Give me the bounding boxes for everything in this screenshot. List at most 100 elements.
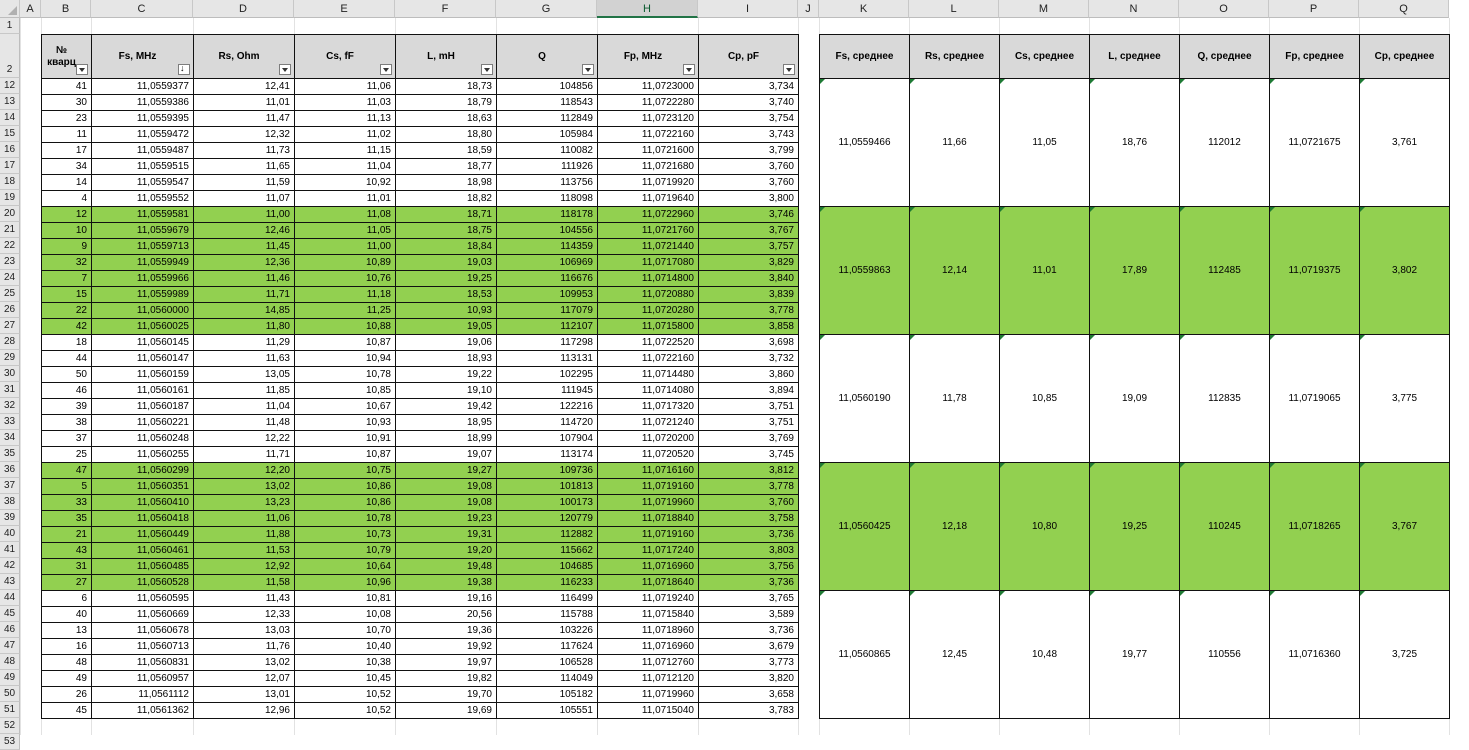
- data-cell[interactable]: 11,0719160: [597, 526, 699, 543]
- data-cell[interactable]: 3,758: [698, 510, 799, 527]
- data-cell[interactable]: 50: [41, 366, 92, 383]
- data-cell[interactable]: 112882: [496, 526, 598, 543]
- row-header[interactable]: 29: [0, 350, 20, 366]
- data-cell[interactable]: 37: [41, 430, 92, 447]
- data-cell[interactable]: 11,0718640: [597, 574, 699, 591]
- row-header[interactable]: 52: [0, 718, 20, 734]
- data-cell[interactable]: 3,778: [698, 478, 799, 495]
- data-cell[interactable]: 18,98: [395, 174, 497, 191]
- data-cell[interactable]: 13,02: [193, 478, 295, 495]
- data-cell[interactable]: 11,88: [193, 526, 295, 543]
- data-cell[interactable]: 19,69: [395, 702, 497, 719]
- data-cell[interactable]: 18,63: [395, 110, 497, 127]
- data-cell[interactable]: 18,71: [395, 206, 497, 223]
- data-cell[interactable]: 10,64: [294, 558, 396, 575]
- summary-header-cell[interactable]: Cp, среднее: [1359, 34, 1450, 79]
- data-cell[interactable]: 18,75: [395, 222, 497, 239]
- data-cell[interactable]: 19,38: [395, 574, 497, 591]
- data-cell[interactable]: 10,38: [294, 654, 396, 671]
- data-cell[interactable]: 11,63: [193, 350, 295, 367]
- row-header[interactable]: 14: [0, 110, 20, 126]
- summary-average-cell[interactable]: 19,77: [1089, 590, 1180, 719]
- data-cell[interactable]: 3,736: [698, 526, 799, 543]
- data-cell[interactable]: 10,45: [294, 670, 396, 687]
- summary-header-cell[interactable]: Fs, среднее: [819, 34, 910, 79]
- table-header-cell[interactable]: № кварц: [41, 34, 92, 79]
- data-cell[interactable]: 23: [41, 110, 92, 127]
- data-cell[interactable]: 11,0560147: [91, 350, 194, 367]
- data-cell[interactable]: 45: [41, 702, 92, 719]
- row-header[interactable]: 32: [0, 398, 20, 414]
- summary-header-cell[interactable]: L, среднее: [1089, 34, 1180, 79]
- data-cell[interactable]: 11,48: [193, 414, 295, 431]
- row-header[interactable]: 42: [0, 558, 20, 574]
- data-cell[interactable]: 3,799: [698, 142, 799, 159]
- data-cell[interactable]: 5: [41, 478, 92, 495]
- column-header-g[interactable]: G: [496, 0, 597, 18]
- filter-dropdown-icon[interactable]: [380, 64, 392, 75]
- data-cell[interactable]: 26: [41, 686, 92, 703]
- row-header[interactable]: 12: [0, 78, 20, 94]
- data-cell[interactable]: 11,0559547: [91, 174, 194, 191]
- data-cell[interactable]: 11,13: [294, 110, 396, 127]
- data-cell[interactable]: 11,04: [193, 398, 295, 415]
- data-cell[interactable]: 11,07: [193, 190, 295, 207]
- data-cell[interactable]: 11,01: [193, 94, 295, 111]
- data-cell[interactable]: 10,94: [294, 350, 396, 367]
- data-cell[interactable]: 31: [41, 558, 92, 575]
- row-header[interactable]: 50: [0, 686, 20, 702]
- data-cell[interactable]: 11,0723000: [597, 78, 699, 95]
- data-cell[interactable]: 11,0560418: [91, 510, 194, 527]
- data-cell[interactable]: 43: [41, 542, 92, 559]
- table-header-cell[interactable]: Rs, Ohm: [193, 34, 295, 79]
- table-header-cell[interactable]: Cp, pF: [698, 34, 799, 79]
- data-cell[interactable]: 117624: [496, 638, 598, 655]
- data-cell[interactable]: 44: [41, 350, 92, 367]
- row-header[interactable]: 44: [0, 590, 20, 606]
- data-cell[interactable]: 11,18: [294, 286, 396, 303]
- row-header[interactable]: 24: [0, 270, 20, 286]
- data-cell[interactable]: 11,46: [193, 270, 295, 287]
- data-cell[interactable]: 11,0559966: [91, 270, 194, 287]
- row-header[interactable]: 41: [0, 542, 20, 558]
- row-header[interactable]: 39: [0, 510, 20, 526]
- data-cell[interactable]: 10,86: [294, 494, 396, 511]
- data-cell[interactable]: 10,78: [294, 366, 396, 383]
- row-header[interactable]: 2: [0, 34, 20, 78]
- summary-average-cell[interactable]: 17,89: [1089, 206, 1180, 335]
- data-cell[interactable]: 11,0719920: [597, 174, 699, 191]
- data-cell[interactable]: 11,0560595: [91, 590, 194, 607]
- data-cell[interactable]: 32: [41, 254, 92, 271]
- data-cell[interactable]: 115788: [496, 606, 598, 623]
- data-cell[interactable]: 3,767: [698, 222, 799, 239]
- data-cell[interactable]: 111945: [496, 382, 598, 399]
- summary-header-cell[interactable]: Q, среднее: [1179, 34, 1270, 79]
- data-cell[interactable]: 11,0717240: [597, 542, 699, 559]
- data-cell[interactable]: 7: [41, 270, 92, 287]
- data-cell[interactable]: 11,05: [294, 222, 396, 239]
- data-cell[interactable]: 114359: [496, 238, 598, 255]
- data-cell[interactable]: 11,0717320: [597, 398, 699, 415]
- data-cell[interactable]: 11,0721240: [597, 414, 699, 431]
- data-cell[interactable]: 11,0721680: [597, 158, 699, 175]
- data-cell[interactable]: 11,0560161: [91, 382, 194, 399]
- data-cell[interactable]: 11,0560713: [91, 638, 194, 655]
- data-cell[interactable]: 19,82: [395, 670, 497, 687]
- summary-average-cell[interactable]: 11,0719375: [1269, 206, 1360, 335]
- data-cell[interactable]: 11,0560351: [91, 478, 194, 495]
- summary-average-cell[interactable]: 10,48: [999, 590, 1090, 719]
- data-cell[interactable]: 113756: [496, 174, 598, 191]
- data-cell[interactable]: 11,58: [193, 574, 295, 591]
- column-header-d[interactable]: D: [193, 0, 294, 18]
- data-cell[interactable]: 18,99: [395, 430, 497, 447]
- data-cell[interactable]: 11,0714800: [597, 270, 699, 287]
- data-cell[interactable]: 3,698: [698, 334, 799, 351]
- filter-dropdown-icon[interactable]: [783, 64, 795, 75]
- data-cell[interactable]: 11,0720200: [597, 430, 699, 447]
- data-cell[interactable]: 117079: [496, 302, 598, 319]
- row-header[interactable]: 28: [0, 334, 20, 350]
- data-cell[interactable]: 10,73: [294, 526, 396, 543]
- data-cell[interactable]: 11,0559713: [91, 238, 194, 255]
- data-cell[interactable]: 116676: [496, 270, 598, 287]
- data-cell[interactable]: 3,745: [698, 446, 799, 463]
